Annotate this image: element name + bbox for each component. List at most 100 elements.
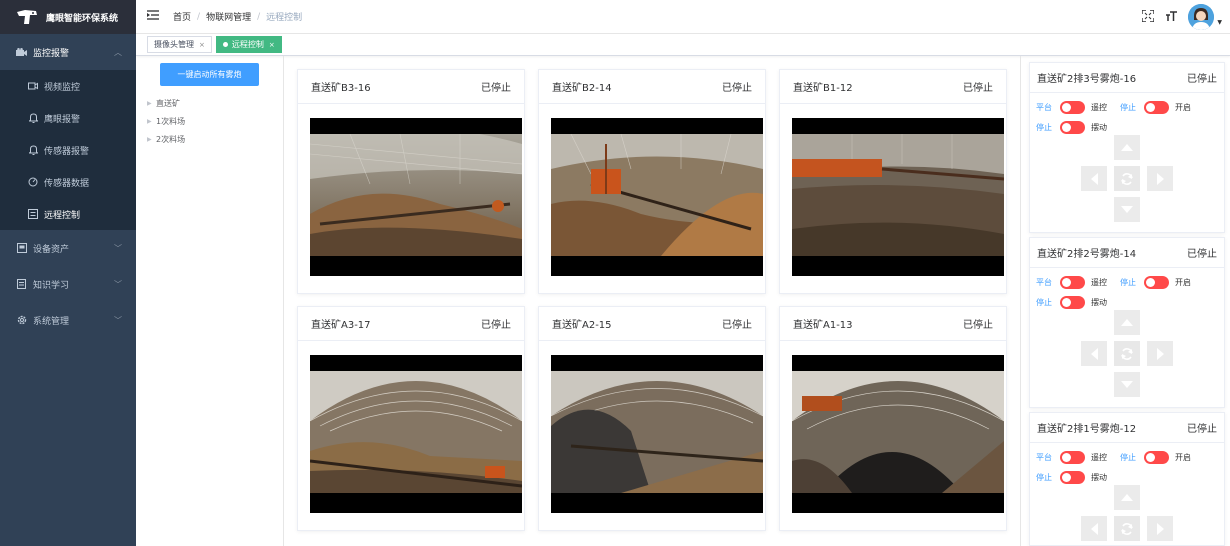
camera-card: 直送矿A3-17 已停止 [297,306,525,531]
fog-cannon-status: 已停止 [1187,424,1217,435]
menu-knowledge[interactable]: 知识学习 ﹀ [0,266,136,302]
sidebar-item-remote-control[interactable]: 远程控制 [0,198,136,230]
arrow-left-icon[interactable] [1081,166,1107,191]
menu-assets[interactable]: 设备资产 ﹀ [0,230,136,266]
video-frame [792,371,1004,493]
fog-cannon-control-panel: 直送矿2排3号雾炮-16 已停止 平台 遥控 停止 开启 停止 摆动 直送矿2排2… [1020,56,1230,546]
start-all-fog-cannons-button[interactable]: 一键启动所有雾炮 [160,63,259,86]
video-frame [792,134,1004,256]
arrow-left-icon[interactable] [1081,341,1107,366]
navbar-right: ▼ [1141,0,1230,34]
arrow-left-icon[interactable] [1081,516,1107,541]
arrow-down-icon[interactable] [1114,197,1140,222]
stop-swing-switch[interactable] [1060,470,1085,484]
reset-icon[interactable] [1114,341,1140,366]
camera-name: 直送矿B2-14 [552,83,612,94]
video-feed[interactable] [551,118,763,276]
caret-down-icon[interactable]: ▼ [1217,19,1222,26]
video-feed[interactable] [792,355,1004,513]
stop-open-switch[interactable] [1144,100,1169,114]
hamburger-icon[interactable] [147,10,161,23]
fog-cannon-name: 直送矿2排3号雾炮-16 [1037,74,1137,85]
fullscreen-icon[interactable] [1141,8,1156,25]
arrow-down-icon[interactable] [1114,372,1140,397]
top-navbar: 首页 / 物联网管理 / 远程控制 ▼ [136,0,1230,34]
breadcrumb-home[interactable]: 首页 [173,10,191,23]
menu-label: 设备资产 [33,244,70,255]
sidebar-item-eagle-alarm[interactable]: 鹰眼报警 [0,102,136,134]
stop-label: 停止 [1036,297,1052,307]
tags-view: 摄像头管理 × 远程控制 × [136,34,1230,56]
menu-label: 知识学习 [33,280,70,291]
video-feed[interactable] [792,118,1004,276]
platform-remote-switch[interactable] [1060,275,1085,289]
tree-node[interactable]: ▶ 直送矿 [147,94,185,112]
stop-label: 停止 [1120,102,1136,112]
tree-node[interactable]: ▶ 1次料场 [147,112,185,130]
remote-label: 遥控 [1091,452,1107,462]
gear-icon [16,315,27,326]
video-feed[interactable] [551,355,763,513]
camera-status: 已停止 [481,83,511,94]
stop-open-switch[interactable] [1144,275,1169,289]
arrow-right-icon[interactable] [1147,166,1173,191]
stop-label: 停止 [1120,452,1136,462]
close-icon[interactable]: × [199,41,205,49]
menu-system[interactable]: 系统管理 ﹀ [0,302,136,338]
stockyard-scene [551,134,763,256]
arrow-up-icon[interactable] [1114,310,1140,335]
avatar[interactable] [1188,4,1215,30]
arrow-up-icon[interactable] [1114,485,1140,510]
camera-name: 直送矿A3-17 [311,320,371,331]
logo: 鹰眼智能环保系统 [0,0,136,34]
breadcrumb-current: 远程控制 [266,13,303,23]
video-feed[interactable] [310,118,522,276]
breadcrumb-separator: / [257,11,261,22]
menu-label: 系统管理 [33,316,70,327]
chevron-down-icon: ﹀ [114,244,122,253]
close-icon[interactable]: × [269,41,275,49]
camera-card: 直送矿A2-15 已停止 [538,306,766,531]
arrow-up-icon[interactable] [1114,135,1140,160]
breadcrumb-iot[interactable]: 物联网管理 [206,10,251,23]
arrow-right-icon[interactable] [1147,341,1173,366]
breadcrumb: 首页 / 物联网管理 / 远程控制 [173,10,303,24]
sidebar-item-video-monitor[interactable]: 视频监控 [0,70,136,102]
direction-pad [1081,485,1174,545]
caret-right-icon: ▶ [147,99,152,107]
fog-cannon-card: 直送矿2排2号雾炮-14 已停止 平台 遥控 停止 开启 停止 摆动 [1029,237,1225,408]
stockyard-scene [310,134,522,256]
submenu-monitor: 视频监控 鹰眼报警 传感器报警 传感器数据 远程控制 [0,70,136,230]
tag-camera-management[interactable]: 摄像头管理 × [147,36,212,53]
stop-swing-switch[interactable] [1060,120,1085,134]
open-label: 开启 [1175,452,1191,462]
video-icon [28,81,38,91]
area-tree-panel: 一键启动所有雾炮 ▶ 直送矿 ▶ 1次料场 ▶ 2次料场 [136,56,284,546]
reset-icon[interactable] [1114,166,1140,191]
sidebar-item-label: 远程控制 [44,210,81,221]
arrow-right-icon[interactable] [1147,516,1173,541]
fog-cannon-status: 已停止 [1187,74,1217,85]
stop-swing-switch[interactable] [1060,295,1085,309]
platform-remote-switch[interactable] [1060,100,1085,114]
swing-label: 摆动 [1091,472,1107,482]
platform-remote-switch[interactable] [1060,450,1085,464]
tree-node-label: 直送矿 [156,98,180,108]
caret-right-icon: ▶ [147,117,152,125]
video-feed[interactable] [310,355,522,513]
tag-label: 摄像头管理 [154,40,194,49]
reset-icon[interactable] [1114,516,1140,541]
tag-remote-control[interactable]: 远程控制 × [215,36,282,53]
video-frame [310,371,522,493]
stockyard-scene [792,134,1004,256]
sidebar-item-label: 传感器数据 [44,178,90,189]
font-size-icon[interactable] [1166,10,1178,25]
sidebar-item-sensor-data[interactable]: 传感器数据 [0,166,136,198]
tree-node-label: 2次料场 [156,134,186,144]
stop-open-switch[interactable] [1144,450,1169,464]
camera-name: 直送矿A2-15 [552,320,612,331]
tree-node[interactable]: ▶ 2次料场 [147,130,185,148]
menu-monitor-alarm[interactable]: 监控报警 ︿ [0,34,136,70]
direction-pad [1081,310,1174,398]
sidebar-item-sensor-alarm[interactable]: 传感器报警 [0,134,136,166]
